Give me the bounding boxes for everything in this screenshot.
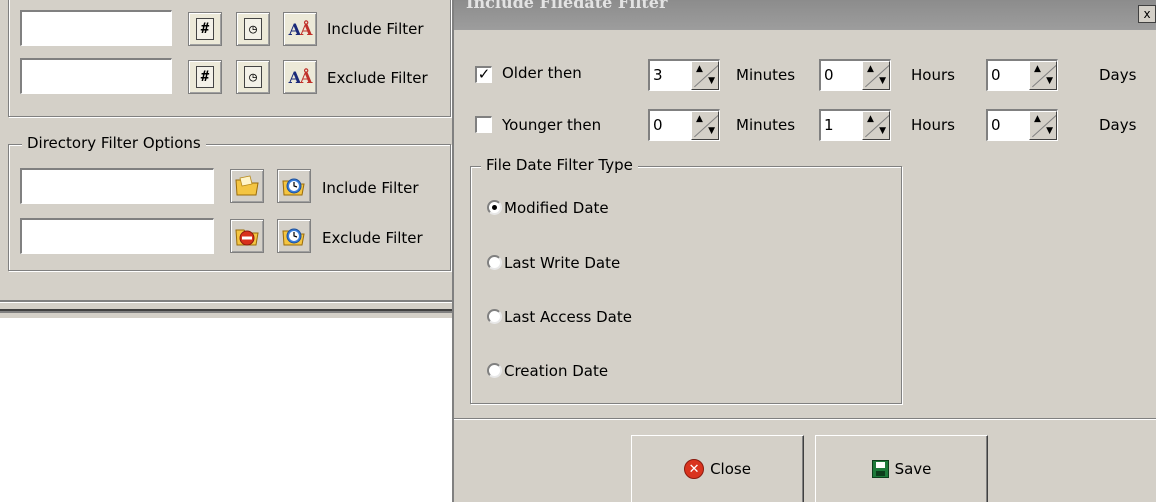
- background-window: # ◷ AÅ Include Filter # ◷ AÅ Exclude Fil…: [0, 0, 453, 320]
- modified-date-radio[interactable]: [487, 200, 502, 215]
- spin-button[interactable]: ▲ ▼: [1029, 111, 1057, 140]
- last-write-date-label: Last Write Date: [504, 254, 621, 272]
- older-then-label: Older then: [502, 64, 582, 82]
- save-button[interactable]: Save: [815, 435, 988, 502]
- clock-icon: ◷: [244, 18, 262, 40]
- older-days-value: 0: [991, 66, 1001, 84]
- hash-icon: #: [196, 66, 214, 88]
- younger-days-label: Days: [1099, 116, 1137, 134]
- file-exclude-filter-label: Exclude Filter: [327, 69, 428, 87]
- creation-date-radio[interactable]: [487, 363, 502, 378]
- folder-exclude-button[interactable]: [230, 219, 264, 253]
- date-filter-button[interactable]: ◷: [236, 60, 270, 94]
- file-date-filter-type-title: File Date Filter Type: [481, 156, 638, 174]
- directory-include-filter-input[interactable]: [20, 168, 214, 204]
- save-floppy-icon: [871, 460, 889, 478]
- spin-button[interactable]: ▲ ▼: [862, 111, 890, 140]
- date-filter-button[interactable]: ◷: [236, 12, 270, 46]
- older-hours-value: 0: [824, 66, 834, 84]
- last-access-date-label: Last Access Date: [504, 308, 632, 326]
- save-button-label: Save: [894, 460, 932, 478]
- case-sensitive-button[interactable]: AÅ: [283, 12, 317, 46]
- divider: [0, 300, 453, 303]
- background-white-area: [0, 318, 453, 502]
- folder-clock-icon: [282, 228, 305, 246]
- divider: [0, 309, 453, 313]
- dialog-titlebar[interactable]: Include Filedate Filter x: [454, 0, 1156, 30]
- folder-remove-icon: [235, 229, 259, 246]
- older-minutes-label: Minutes: [736, 66, 796, 84]
- older-minutes-value: 3: [653, 66, 663, 84]
- younger-then-label: Younger then: [502, 116, 602, 134]
- folder-clock-icon: [282, 178, 305, 196]
- folder-date-exclude-button[interactable]: [277, 219, 311, 253]
- file-include-filter-input[interactable]: [20, 10, 172, 46]
- younger-minutes-value: 0: [653, 116, 663, 134]
- hash-filter-button[interactable]: #: [188, 12, 222, 46]
- older-days-label: Days: [1099, 66, 1137, 84]
- folder-date-include-button[interactable]: [277, 169, 311, 203]
- last-write-date-radio[interactable]: [487, 255, 502, 270]
- directory-exclude-filter-input[interactable]: [20, 218, 214, 254]
- younger-minutes-spinner[interactable]: 0 ▲ ▼: [648, 109, 720, 141]
- close-button[interactable]: ✕ Close: [631, 435, 804, 502]
- older-then-checkbox[interactable]: ✓: [475, 66, 492, 83]
- close-button-label: Close: [710, 460, 751, 478]
- younger-days-spinner[interactable]: 0 ▲ ▼: [986, 109, 1058, 141]
- footer-divider: [454, 418, 1156, 420]
- last-access-date-radio[interactable]: [487, 309, 502, 324]
- directory-exclude-filter-label: Exclude Filter: [322, 229, 423, 247]
- younger-hours-label: Hours: [911, 116, 955, 134]
- older-minutes-spinner[interactable]: 3 ▲ ▼: [648, 59, 720, 91]
- folder-icon: [235, 175, 259, 196]
- spin-button[interactable]: ▲ ▼: [862, 61, 890, 90]
- close-circle-icon: ✕: [684, 459, 705, 479]
- case-sensitive-icon: AÅ: [288, 19, 313, 39]
- spin-button[interactable]: ▲ ▼: [1029, 61, 1057, 90]
- creation-date-label: Creation Date: [504, 362, 609, 380]
- clock-icon: ◷: [244, 66, 262, 88]
- younger-hours-value: 1: [824, 116, 834, 134]
- modified-date-label: Modified Date: [504, 199, 609, 217]
- folder-include-button[interactable]: [230, 169, 264, 203]
- case-sensitive-icon: AÅ: [288, 67, 313, 87]
- younger-days-value: 0: [991, 116, 1001, 134]
- younger-hours-spinner[interactable]: 1 ▲ ▼: [819, 109, 891, 141]
- younger-minutes-label: Minutes: [736, 116, 796, 134]
- dialog-title: Include Filedate Filter: [466, 0, 668, 12]
- older-hours-label: Hours: [911, 66, 955, 84]
- younger-then-checkbox[interactable]: [475, 116, 492, 133]
- hash-icon: #: [196, 18, 214, 40]
- spin-button[interactable]: ▲ ▼: [691, 111, 719, 140]
- hash-filter-button[interactable]: #: [188, 60, 222, 94]
- directory-include-filter-label: Include Filter: [322, 179, 419, 197]
- older-days-spinner[interactable]: 0 ▲ ▼: [986, 59, 1058, 91]
- case-sensitive-button[interactable]: AÅ: [283, 60, 317, 94]
- older-hours-spinner[interactable]: 0 ▲ ▼: [819, 59, 891, 91]
- include-filedate-filter-dialog: Include Filedate Filter x ✓ Older then 3…: [452, 0, 1156, 502]
- close-icon[interactable]: x: [1138, 5, 1156, 23]
- file-include-filter-label: Include Filter: [327, 20, 424, 38]
- directory-filter-group-title: Directory Filter Options: [22, 134, 206, 152]
- file-exclude-filter-input[interactable]: [20, 58, 172, 94]
- spin-button[interactable]: ▲ ▼: [691, 61, 719, 90]
